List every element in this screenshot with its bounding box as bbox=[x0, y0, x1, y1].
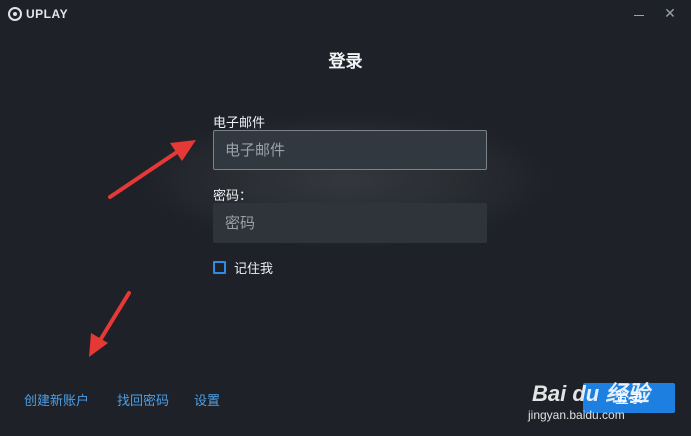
watermark-main-text: Bai du 经验 bbox=[532, 381, 650, 406]
watermark-sub-text: jingyan.baidu.com bbox=[528, 408, 625, 422]
red-arrow-icon bbox=[108, 140, 196, 199]
baidu-watermark: Bai du 经验 jingyan.baidu.com bbox=[528, 372, 682, 432]
annotation-arrows bbox=[89, 140, 196, 357]
red-arrow-icon bbox=[89, 291, 131, 357]
